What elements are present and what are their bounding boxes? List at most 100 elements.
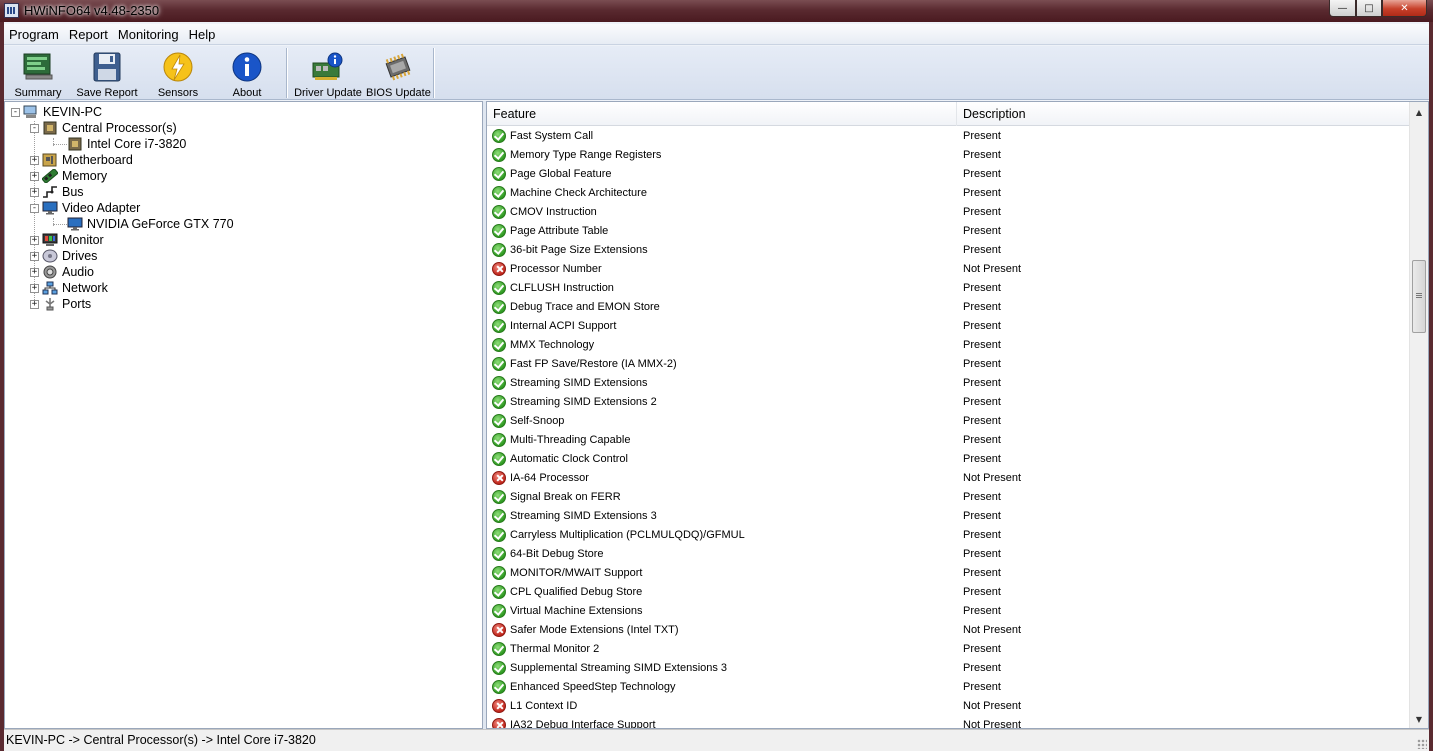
tree-item-label: Memory [62, 169, 108, 183]
table-row[interactable]: 36-bit Page Size Extensions Present [487, 241, 1410, 260]
description-cell: Present [963, 510, 1001, 522]
scroll-down-icon[interactable]: ▼ [1410, 711, 1428, 728]
summary-button[interactable]: Summary [8, 48, 68, 100]
table-row[interactable]: Page Global Feature Present [487, 165, 1410, 184]
tree-node-root[interactable]: - KEVIN-PC [11, 104, 102, 120]
check-icon [492, 148, 506, 162]
table-row[interactable]: CLFLUSH Instruction Present [487, 279, 1410, 298]
menu-report[interactable]: Report [64, 24, 113, 45]
driver-update-button[interactable]: Driver Update [294, 48, 362, 100]
table-row[interactable]: IA-64 Processor Not Present [487, 469, 1410, 488]
expand-icon[interactable]: + [30, 299, 39, 309]
expand-icon[interactable]: + [30, 155, 39, 165]
check-icon [492, 452, 506, 466]
floppy-disk-icon [93, 52, 121, 82]
app-icon [4, 3, 19, 18]
table-row[interactable]: Fast FP Save/Restore (IA MMX-2) Present [487, 355, 1410, 374]
scroll-thumb[interactable] [1412, 260, 1426, 333]
table-row[interactable]: CMOV Instruction Present [487, 203, 1410, 222]
resize-grip-icon[interactable] [1417, 739, 1427, 749]
table-row[interactable]: Signal Break on FERR Present [487, 488, 1410, 507]
table-row[interactable]: Carryless Multiplication (PCLMULQDQ)/GFM… [487, 526, 1410, 545]
tree-item-intel-core[interactable]: Intel Core i7-3820 [67, 136, 186, 152]
table-row[interactable]: IA32 Debug Interface Support Not Present [487, 716, 1410, 728]
sensors-button[interactable]: Sensors [150, 48, 206, 100]
bios-chip-icon [385, 53, 411, 81]
expand-icon[interactable]: + [30, 235, 39, 245]
menu-monitoring[interactable]: Monitoring [113, 24, 184, 45]
error-icon [492, 718, 506, 728]
table-row[interactable]: Streaming SIMD Extensions 2 Present [487, 393, 1410, 412]
feature-list[interactable]: Feature Description Fast System Call Pres… [486, 101, 1429, 729]
tree-item-video-adapter[interactable]: - Video Adapter [30, 200, 140, 216]
table-row[interactable]: Debug Trace and EMON Store Present [487, 298, 1410, 317]
table-row[interactable]: CPL Qualified Debug Store Present [487, 583, 1410, 602]
minimize-button[interactable]: — [1329, 0, 1356, 17]
tree-item-label: Audio [62, 265, 94, 279]
tree-item-network[interactable]: + Network [30, 280, 108, 296]
close-button[interactable]: ✕ [1382, 0, 1427, 17]
tree-item-ports[interactable]: + Ports [30, 296, 91, 312]
tree-item-motherboard[interactable]: + Motherboard [30, 152, 133, 168]
error-icon [492, 623, 506, 637]
table-row[interactable]: Enhanced SpeedStep Technology Present [487, 678, 1410, 697]
vertical-scrollbar[interactable]: ▲ ▼ [1409, 102, 1428, 728]
table-row[interactable]: Thermal Monitor 2 Present [487, 640, 1410, 659]
table-row[interactable]: Processor Number Not Present [487, 260, 1410, 279]
table-row[interactable]: Streaming SIMD Extensions Present [487, 374, 1410, 393]
table-row[interactable]: L1 Context ID Not Present [487, 697, 1410, 716]
collapse-icon[interactable]: - [30, 203, 39, 213]
summary-icon [23, 53, 53, 80]
check-icon [492, 566, 506, 580]
table-row[interactable]: Fast System Call Present [487, 127, 1410, 146]
expand-icon[interactable]: + [30, 267, 39, 277]
table-row[interactable]: 64-Bit Debug Store Present [487, 545, 1410, 564]
feature-cell: Self-Snoop [510, 415, 565, 427]
expand-icon[interactable]: + [30, 251, 39, 261]
table-row[interactable]: Virtual Machine Extensions Present [487, 602, 1410, 621]
table-row[interactable]: Automatic Clock Control Present [487, 450, 1410, 469]
column-header-feature[interactable]: Feature [487, 102, 957, 126]
tree-item-monitor[interactable]: + Monitor [30, 232, 104, 248]
menu-program[interactable]: Program [4, 24, 64, 45]
about-button[interactable]: About [218, 48, 276, 100]
table-row[interactable]: Safer Mode Extensions (Intel TXT) Not Pre… [487, 621, 1410, 640]
feature-cell: Debug Trace and EMON Store [510, 301, 660, 313]
tree-item-memory[interactable]: + Memory [30, 168, 107, 184]
column-header-description[interactable]: Description [957, 102, 1410, 126]
bios-update-button[interactable]: BIOS Update [366, 48, 431, 100]
collapse-icon[interactable]: - [11, 107, 20, 117]
feature-cell: MMX Technology [510, 339, 595, 351]
collapse-icon[interactable]: - [30, 123, 39, 133]
maximize-button[interactable]: □ [1356, 0, 1382, 17]
table-row[interactable]: Machine Check Architecture Present [487, 184, 1410, 203]
computer-icon [23, 105, 37, 118]
tree-item-central-processors[interactable]: - Central Processor(s) [30, 120, 177, 136]
feature-cell: 64-Bit Debug Store [510, 548, 604, 560]
check-icon [492, 661, 506, 675]
tree-item-bus[interactable]: + Bus [30, 184, 84, 200]
device-tree[interactable]: - KEVIN-PC - Central Processor(s) Intel … [4, 101, 483, 729]
table-row[interactable]: Self-Snoop Present [487, 412, 1410, 431]
expand-icon[interactable]: + [30, 171, 39, 181]
table-row[interactable]: Supplemental Streaming SIMD Extensions 3… [487, 659, 1410, 678]
table-row[interactable]: Internal ACPI Support Present [487, 317, 1410, 336]
expand-icon[interactable]: + [30, 283, 39, 293]
table-row[interactable]: MONITOR/MWAIT Support Present [487, 564, 1410, 583]
menu-help[interactable]: Help [184, 24, 221, 45]
table-row[interactable]: Page Attribute Table Present [487, 222, 1410, 241]
description-cell: Present [963, 225, 1001, 237]
tree-item-audio[interactable]: + Audio [30, 264, 94, 280]
expand-icon[interactable]: + [30, 187, 39, 197]
table-row[interactable]: Streaming SIMD Extensions 3 Present [487, 507, 1410, 526]
save-report-button[interactable]: Save Report [74, 48, 140, 100]
tree-item-nvidia-geforce[interactable]: NVIDIA GeForce GTX 770 [67, 216, 234, 232]
table-row[interactable]: Memory Type Range Registers Present [487, 146, 1410, 165]
table-row[interactable]: Multi-Threading Capable Present [487, 431, 1410, 450]
description-cell: Present [963, 130, 1001, 142]
table-row[interactable]: MMX Technology Present [487, 336, 1410, 355]
feature-cell: Thermal Monitor 2 [510, 643, 600, 655]
scroll-up-icon[interactable]: ▲ [1410, 104, 1428, 121]
tree-item-label: Bus [62, 185, 84, 199]
tree-item-drives[interactable]: + Drives [30, 248, 97, 264]
